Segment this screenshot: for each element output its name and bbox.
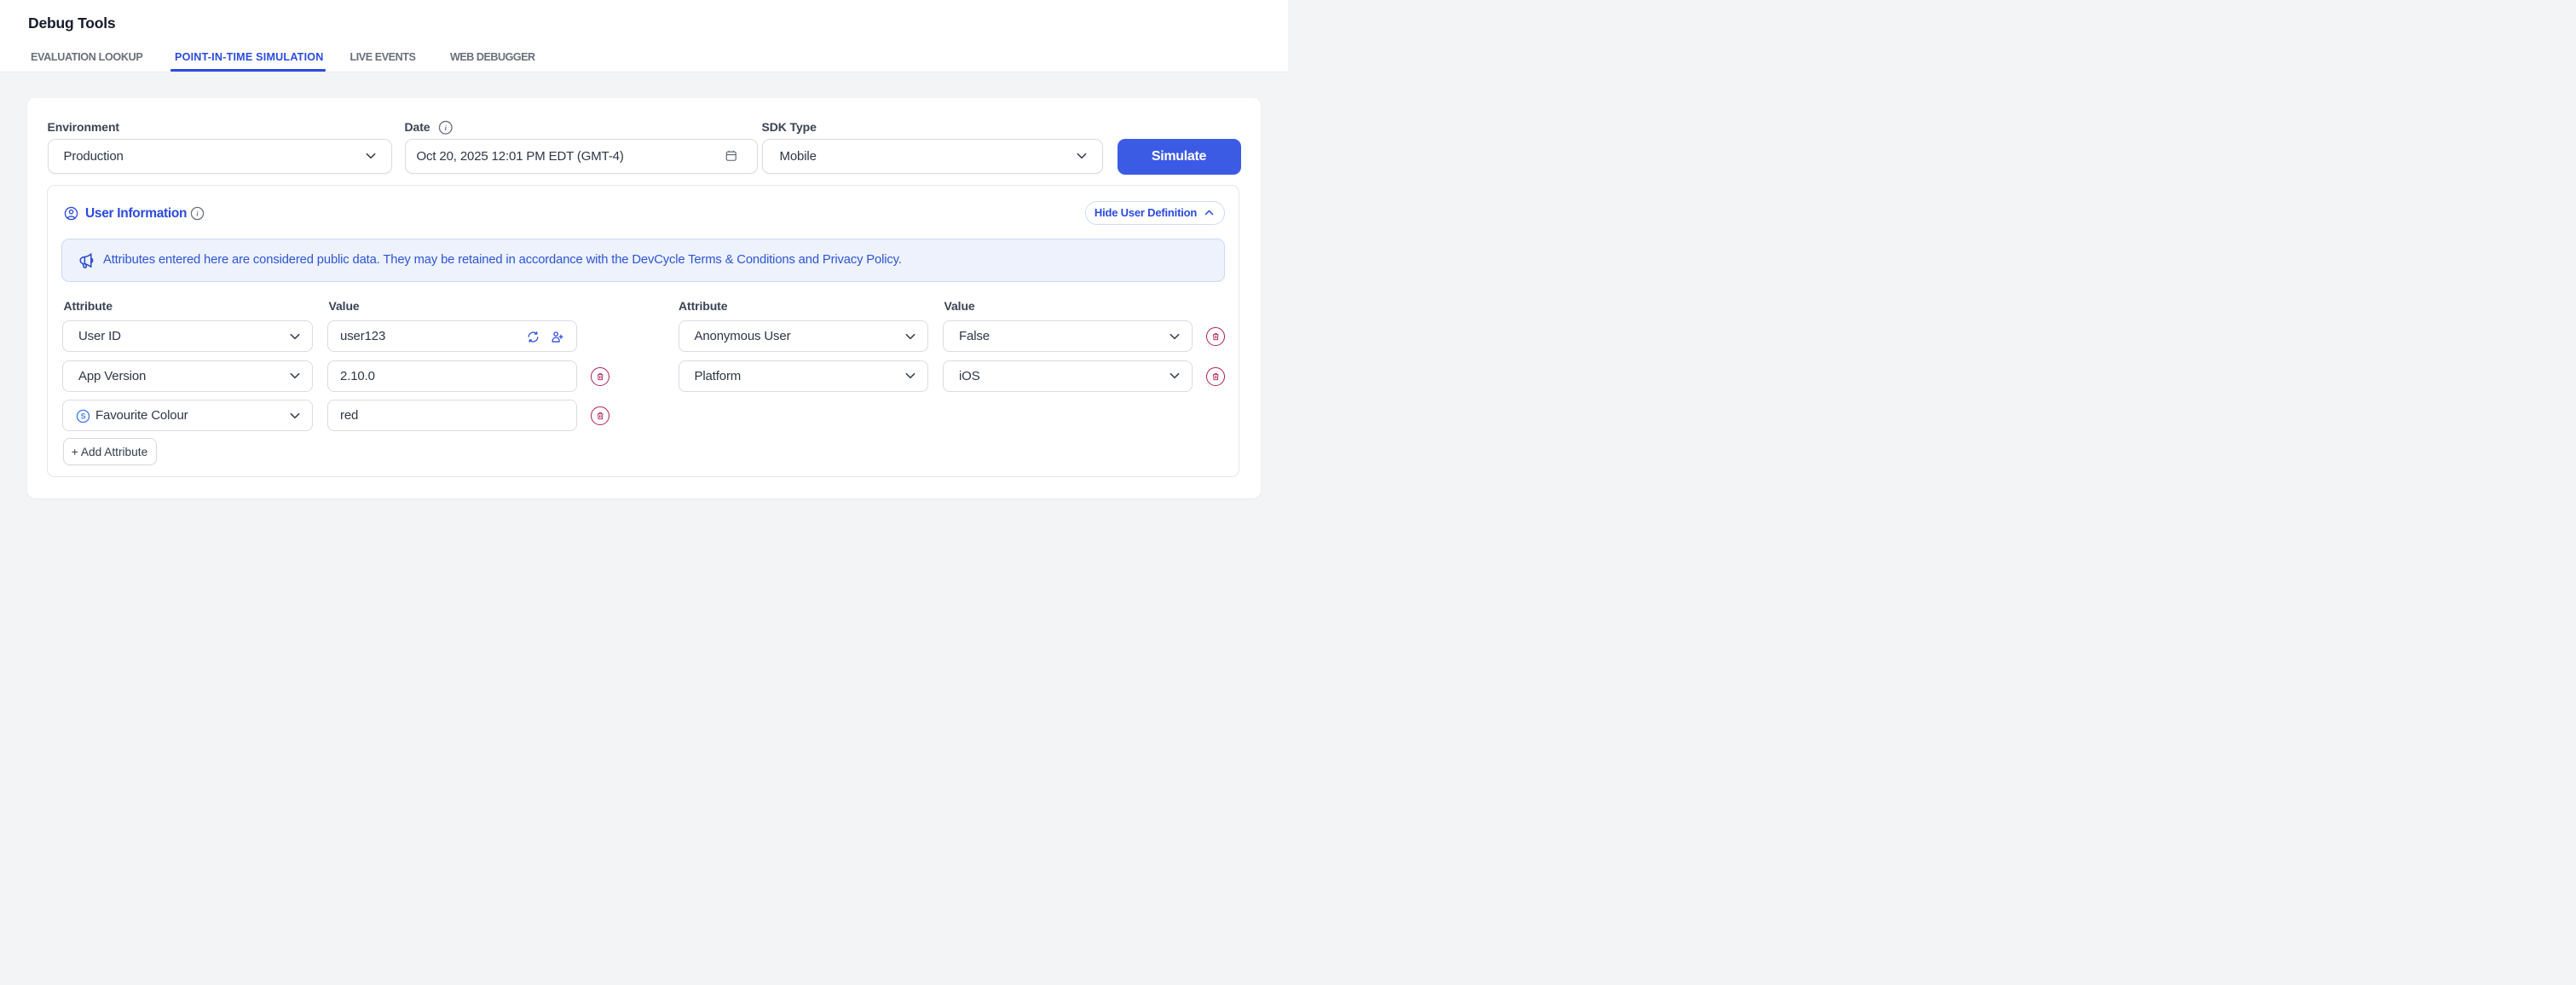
svg-text:i: i: [196, 210, 199, 217]
svg-text:i: i: [444, 124, 447, 131]
svg-text:S: S: [80, 412, 85, 421]
